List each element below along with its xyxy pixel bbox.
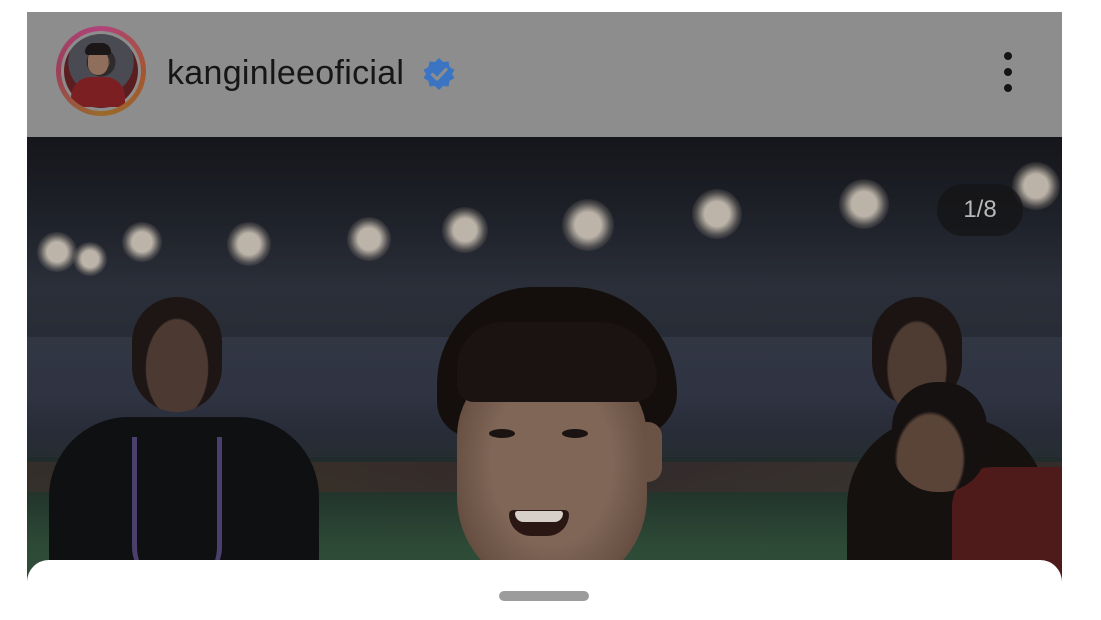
more-dot-icon — [1004, 84, 1012, 92]
background-person-left-head — [132, 297, 222, 412]
stadium-light — [692, 189, 742, 239]
more-dot-icon — [1004, 68, 1012, 76]
more-options-button[interactable] — [993, 50, 1023, 94]
bottom-sheet[interactable] — [27, 560, 1062, 620]
username[interactable]: kanginleeoficial — [167, 52, 404, 94]
main-person-eye — [489, 429, 515, 438]
stadium-light — [122, 222, 162, 262]
stadium-light — [839, 179, 889, 229]
main-person-teeth — [515, 511, 563, 522]
post-header: kanginleeoficial — [27, 12, 1062, 137]
avatar[interactable] — [61, 31, 141, 111]
stadium-light — [73, 242, 107, 276]
main-person-fringe — [457, 322, 657, 402]
media-counter-badge: 1/8 — [937, 184, 1023, 236]
avatar-shirt — [71, 77, 125, 107]
stadium-light — [347, 217, 391, 261]
stadium-light — [562, 199, 614, 251]
more-dot-icon — [1004, 52, 1012, 60]
main-person-eye — [562, 429, 588, 438]
verified-badge-icon — [423, 58, 455, 90]
story-ring[interactable] — [56, 26, 146, 116]
stadium-light — [227, 222, 271, 266]
stadium-light — [442, 207, 488, 253]
avatar-hair — [85, 43, 111, 55]
stadium-light — [37, 232, 77, 272]
post-card: kanginleeoficial 1/8 — [27, 12, 1062, 612]
post-photo[interactable]: 1/8 — [27, 137, 1062, 612]
background-person-right-head-2 — [892, 382, 987, 492]
